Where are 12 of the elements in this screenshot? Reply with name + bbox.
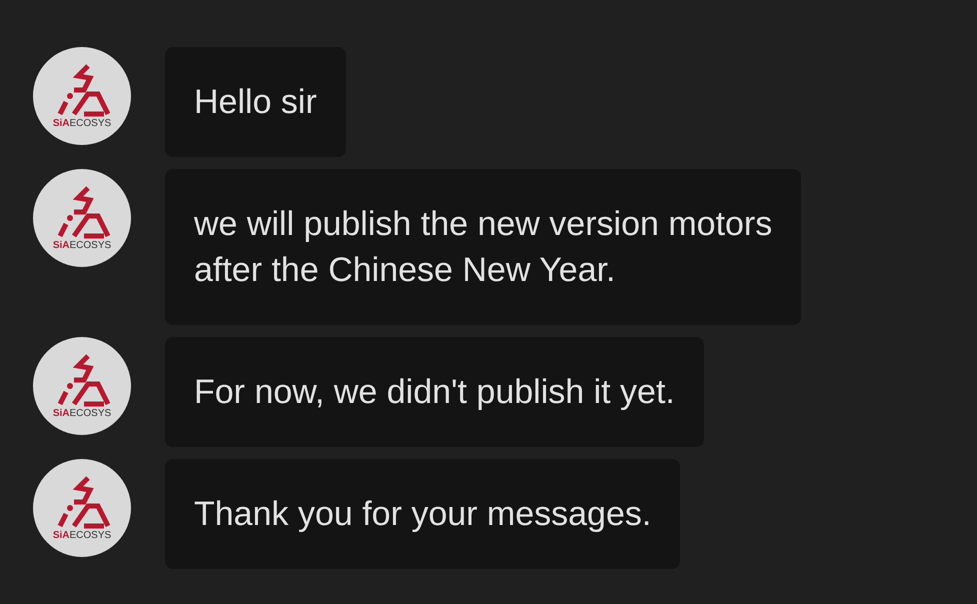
- logo-brand: SiA: [52, 530, 70, 540]
- message-text: we will publish the new version motors after the Chinese New Year.: [194, 204, 772, 291]
- message-text: Thank you for your messages.: [194, 494, 652, 535]
- message-text: For now, we didn't publish it yet.: [194, 372, 675, 413]
- logo-name: ECOSYS: [69, 118, 112, 128]
- logo-brand: SiA: [52, 408, 70, 418]
- logo-name: ECOSYS: [69, 240, 112, 250]
- logo-name: ECOSYS: [69, 408, 112, 418]
- logo-brand: SiA: [52, 240, 70, 250]
- logo-brand: SiA: [52, 118, 70, 128]
- message-text: Hello sir: [194, 82, 317, 123]
- logo-name: ECOSYS: [69, 530, 112, 540]
